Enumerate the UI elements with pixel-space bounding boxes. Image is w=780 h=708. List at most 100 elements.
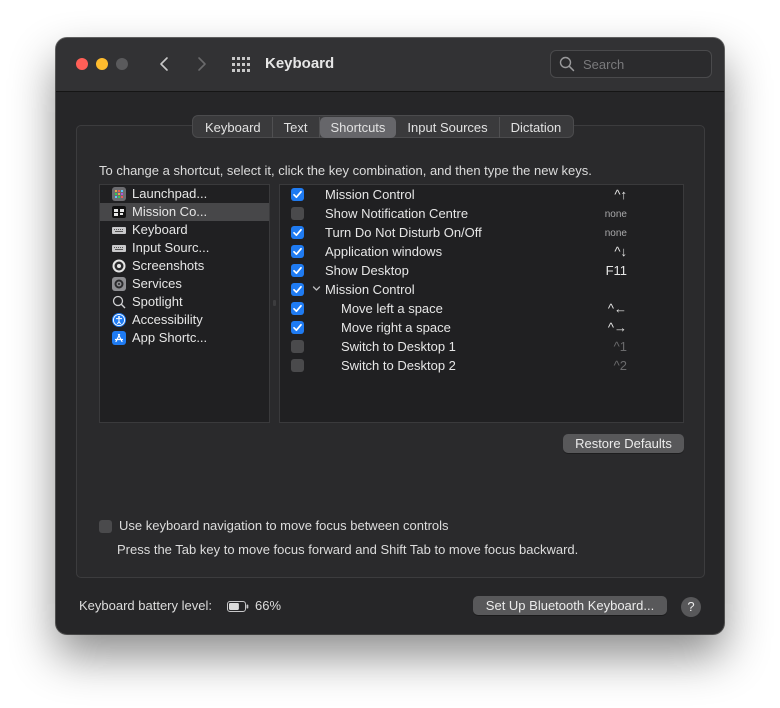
shortcut-key[interactable]: F11 xyxy=(606,263,627,278)
keyboard-navigation-checkbox[interactable] xyxy=(99,520,112,533)
set-up-bluetooth-keyboard-button[interactable]: Set Up Bluetooth Keyboard... xyxy=(473,596,667,615)
shortcut-key[interactable]: none xyxy=(605,209,627,220)
shortcut-row[interactable]: Switch to Desktop 1 ^1 xyxy=(280,337,683,356)
tab-bar: Keyboard Text Shortcuts Input Sources Di… xyxy=(192,115,575,138)
shortcut-checkbox[interactable] xyxy=(291,321,304,334)
tab-text[interactable]: Text xyxy=(273,117,320,138)
battery-icon xyxy=(227,601,249,612)
launchpad-icon xyxy=(112,187,126,201)
keyboard-preferences-window: Keyboard Keyboard Text Shortcuts Input S… xyxy=(56,38,724,634)
shortcut-label: Move left a space xyxy=(341,301,443,316)
checkmark-icon xyxy=(293,266,302,275)
instruction-text: To change a shortcut, select it, click t… xyxy=(99,163,592,178)
disclosure-chevron-down-icon[interactable] xyxy=(312,284,321,293)
services-gear-icon xyxy=(112,277,126,291)
category-item-accessibility[interactable]: Accessibility xyxy=(100,311,269,329)
search-field[interactable] xyxy=(550,50,712,78)
category-item-screenshots[interactable]: Screenshots xyxy=(100,257,269,275)
shortcut-group-label: Mission Control xyxy=(325,282,415,297)
help-button[interactable]: ? xyxy=(681,597,701,617)
checkmark-icon xyxy=(293,247,302,256)
minimize-button[interactable] xyxy=(96,58,108,70)
shortcut-row[interactable]: Show Notification Centre none xyxy=(280,204,683,223)
checkmark-icon xyxy=(293,190,302,199)
shortcut-label: Turn Do Not Disturb On/Off xyxy=(325,225,482,240)
shortcut-checkbox[interactable] xyxy=(291,302,304,315)
checkmark-icon xyxy=(293,304,302,313)
keyboard-navigation-label[interactable]: Use keyboard navigation to move focus be… xyxy=(119,518,449,533)
shortcut-key[interactable]: ^↑ xyxy=(614,187,627,202)
shortcut-checkbox[interactable] xyxy=(291,188,304,201)
category-label: Screenshots xyxy=(132,258,205,273)
shortcut-label: Application windows xyxy=(325,244,443,259)
shortcut-row[interactable]: Turn Do Not Disturb On/Off none xyxy=(280,223,683,242)
shortcut-label: Show Desktop xyxy=(325,263,409,278)
checkmark-icon xyxy=(293,323,302,332)
title-bar: Keyboard xyxy=(56,38,724,92)
close-button[interactable] xyxy=(76,58,88,70)
category-label: Accessibility xyxy=(132,312,203,327)
tab-shortcuts[interactable]: Shortcuts xyxy=(319,117,397,138)
search-icon xyxy=(559,56,575,72)
shortcut-row[interactable]: Mission Control ^↑ xyxy=(280,185,683,204)
window-title: Keyboard xyxy=(265,55,335,72)
category-item-input-sources[interactable]: Input Sourc... xyxy=(100,239,269,257)
shortcut-row[interactable]: Switch to Desktop 2 ^2 xyxy=(280,356,683,375)
checkmark-icon xyxy=(293,285,302,294)
show-all-grid-icon[interactable] xyxy=(232,57,250,72)
shortcut-checkbox[interactable] xyxy=(291,245,304,258)
tab-dictation[interactable]: Dictation xyxy=(500,117,573,138)
shortcut-key[interactable]: ^1 xyxy=(614,339,627,354)
shortcut-row[interactable]: Move right a space ^→ xyxy=(280,318,683,337)
shortcut-label: Switch to Desktop 2 xyxy=(341,358,456,373)
category-label: App Shortc... xyxy=(132,330,208,345)
shortcut-key[interactable]: ^→ xyxy=(608,320,627,335)
shortcut-row[interactable]: Application windows ^↓ xyxy=(280,242,683,261)
shortcut-key[interactable]: ^↓ xyxy=(614,244,627,259)
shortcut-row[interactable]: Move left a space ^← xyxy=(280,299,683,318)
input-sources-icon xyxy=(112,245,126,252)
back-button[interactable] xyxy=(154,52,176,76)
tab-keyboard[interactable]: Keyboard xyxy=(194,117,273,138)
category-item-keyboard[interactable]: Keyboard xyxy=(100,221,269,239)
shortcut-key[interactable]: none xyxy=(605,228,627,239)
chevron-left-icon xyxy=(160,57,168,71)
app-store-icon xyxy=(112,331,126,345)
shortcut-label: Move right a space xyxy=(341,320,451,335)
category-item-mission-control[interactable]: Mission Co... xyxy=(100,203,269,221)
category-item-spotlight[interactable]: Spotlight xyxy=(100,293,269,311)
shortcut-key[interactable]: ^← xyxy=(608,301,627,316)
shortcut-checkbox[interactable] xyxy=(291,359,304,372)
restore-defaults-button[interactable]: Restore Defaults xyxy=(563,434,684,453)
zoom-button[interactable] xyxy=(116,58,128,70)
category-label: Keyboard xyxy=(132,222,188,237)
keyboard-navigation-help-text: Press the Tab key to move focus forward … xyxy=(117,542,579,557)
category-label: Spotlight xyxy=(132,294,183,309)
shortcut-checkbox[interactable] xyxy=(291,264,304,277)
category-item-services[interactable]: Services xyxy=(100,275,269,293)
forward-button[interactable] xyxy=(190,52,212,76)
shortcut-list[interactable]: Mission Control ^↑ Show Notification Cen… xyxy=(279,184,684,423)
category-item-app-shortcuts[interactable]: App Shortc... xyxy=(100,329,269,347)
category-list[interactable]: Launchpad... Mission Co... Keyboard Inpu… xyxy=(99,184,270,423)
mission-control-icon xyxy=(112,206,126,218)
shortcut-key[interactable]: ^2 xyxy=(614,358,627,373)
category-label: Services xyxy=(132,276,182,291)
shortcut-checkbox[interactable] xyxy=(291,207,304,220)
category-label: Input Sourc... xyxy=(132,240,210,255)
category-label: Launchpad... xyxy=(132,186,208,201)
list-splitter-handle[interactable] xyxy=(273,300,276,306)
battery-level-label: Keyboard battery level: xyxy=(79,598,212,613)
chevron-right-icon xyxy=(198,57,206,71)
category-label: Mission Co... xyxy=(132,204,208,219)
shortcut-checkbox[interactable] xyxy=(291,340,304,353)
battery-level-value: 66% xyxy=(255,598,282,613)
shortcut-group-row[interactable]: Mission Control xyxy=(280,280,683,299)
search-input[interactable] xyxy=(581,54,705,74)
tab-input-sources[interactable]: Input Sources xyxy=(396,117,500,138)
shortcut-checkbox[interactable] xyxy=(291,283,304,296)
checkmark-icon xyxy=(293,228,302,237)
category-item-launchpad[interactable]: Launchpad... xyxy=(100,185,269,203)
shortcut-row[interactable]: Show Desktop F11 xyxy=(280,261,683,280)
shortcut-checkbox[interactable] xyxy=(291,226,304,239)
